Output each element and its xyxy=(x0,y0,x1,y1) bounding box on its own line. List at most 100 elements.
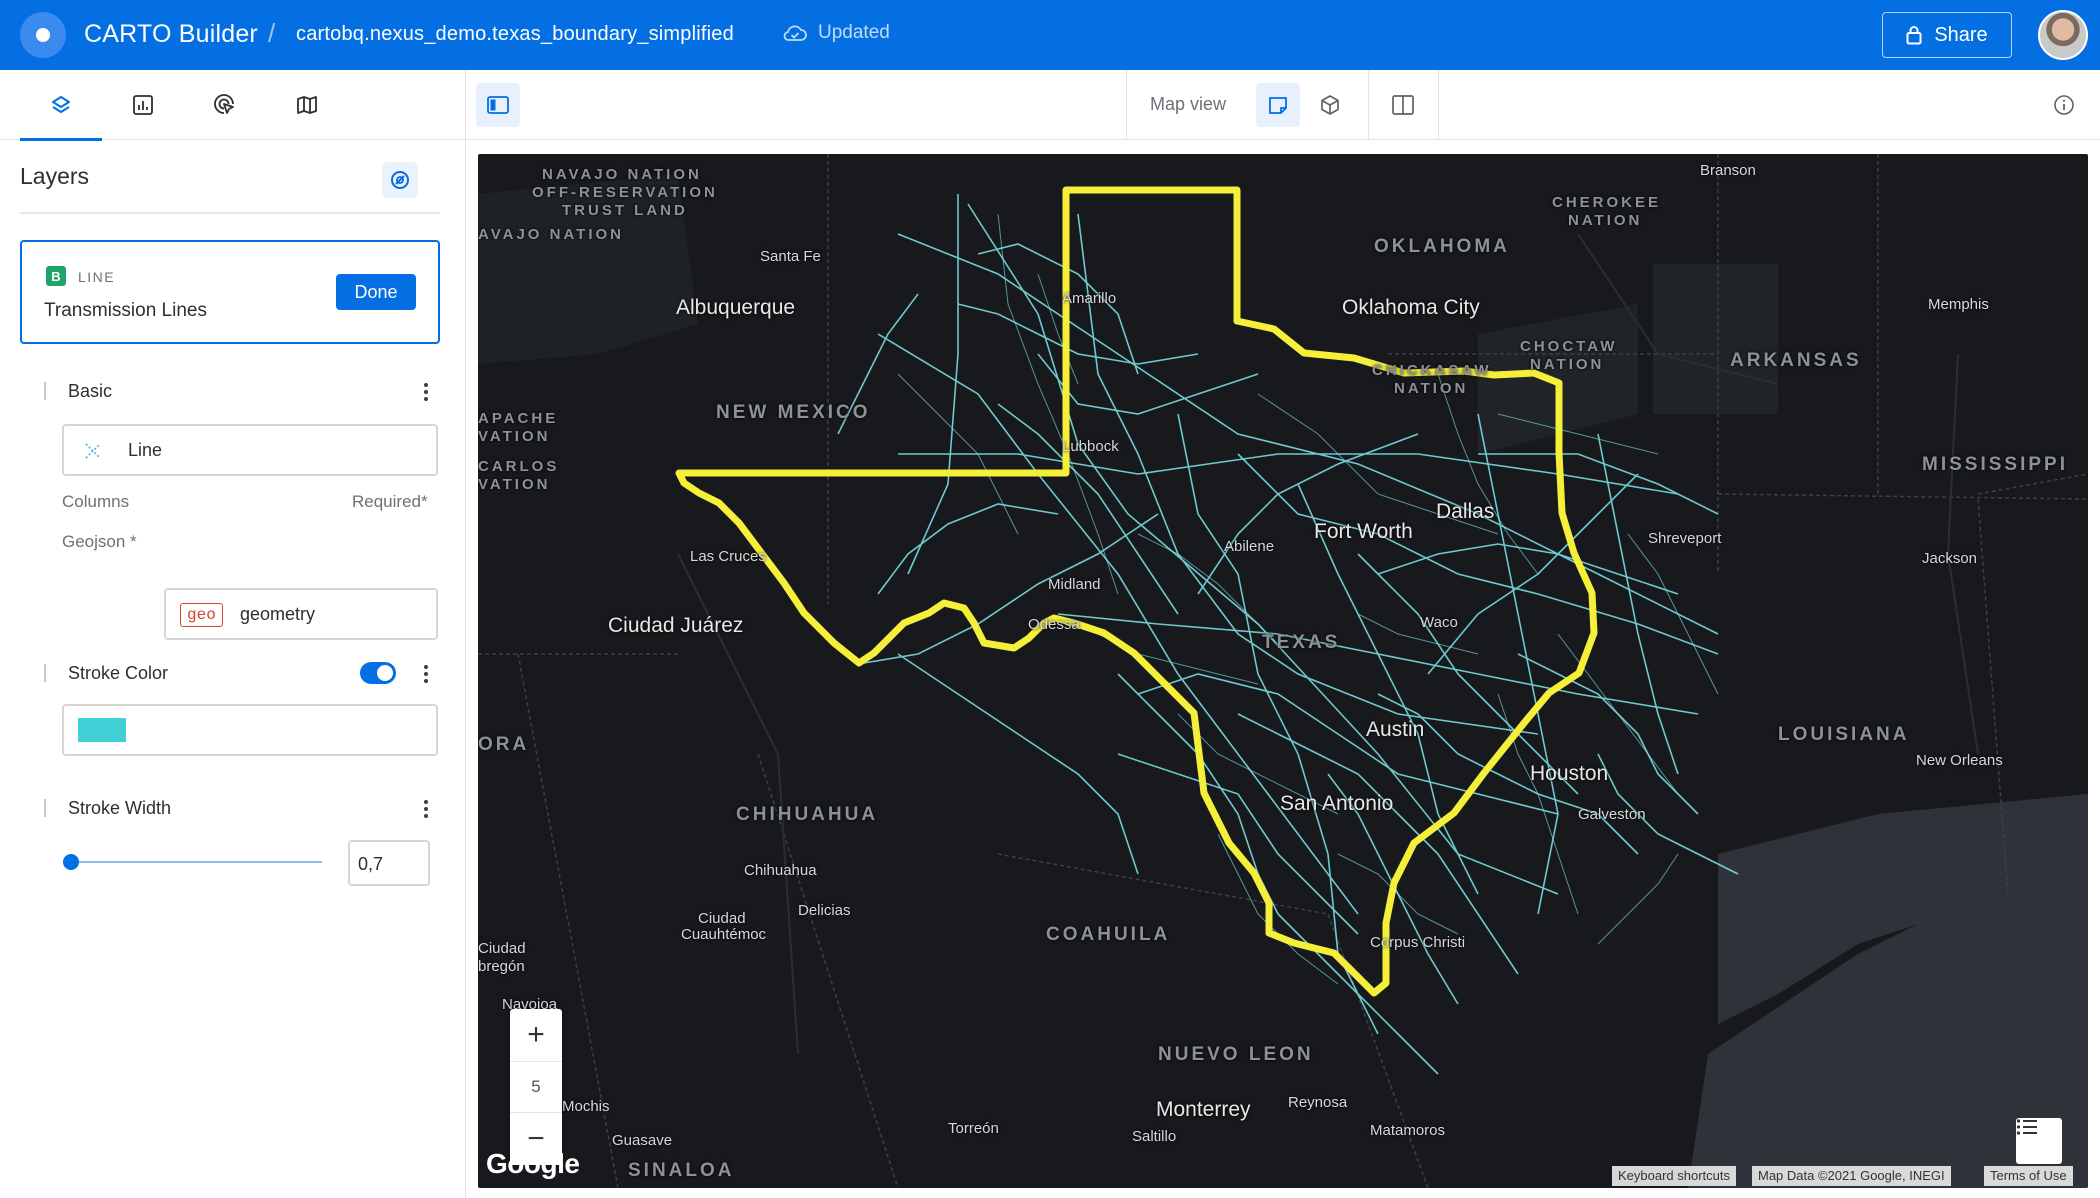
section-basic-label[interactable]: Basic xyxy=(68,381,112,402)
layer-name: Transmission Lines xyxy=(44,300,207,321)
tab-layers[interactable] xyxy=(20,70,102,141)
geojson-column-value: geometry xyxy=(240,604,316,624)
map-label: Las Cruces xyxy=(690,548,766,565)
stroke-color-swatch[interactable] xyxy=(78,718,126,742)
map-label: Lubbock xyxy=(1062,438,1119,455)
2d-view-button[interactable] xyxy=(1256,83,1300,127)
map-label: Guasave xyxy=(612,1132,673,1149)
line-geometry-icon xyxy=(85,443,101,459)
tab-widgets[interactable] xyxy=(102,70,184,140)
map-canvas[interactable]: NAVAJO NATION OFF-RESERVATION TRUST LAND… xyxy=(478,154,2088,1188)
save-status-label: Updated xyxy=(818,22,890,43)
map-label: Albuquerque xyxy=(676,296,796,319)
map-label: Memphis xyxy=(1928,296,1989,313)
legend-button[interactable] xyxy=(2016,1118,2062,1164)
map-label: Jackson xyxy=(1922,550,1978,567)
sidebar-tabs xyxy=(0,70,466,141)
map-label: San Antonio xyxy=(1280,792,1394,815)
map-label: SINALOA xyxy=(628,1160,735,1181)
stroke-width-input[interactable]: 0,7 xyxy=(348,840,430,886)
map-data-attribution: Map Data ©2021 Google, INEGI xyxy=(1752,1166,1951,1186)
save-status: Updated xyxy=(782,22,890,44)
zoom-level: 5 xyxy=(510,1061,562,1113)
layer-badge: B xyxy=(46,266,66,286)
map-label: Dallas xyxy=(1436,500,1495,523)
map-label: AVAJO NATION xyxy=(478,226,625,243)
map-label: Monterrey xyxy=(1156,1098,1251,1121)
info-icon xyxy=(2054,95,2074,115)
map-label: APACHE xyxy=(478,410,559,427)
map-label: Houston xyxy=(1530,762,1609,785)
map-label: TEXAS xyxy=(1262,632,1341,653)
share-button[interactable]: Share xyxy=(1882,12,2012,58)
layer-type: LINE xyxy=(78,269,116,285)
map-label: Saltillo xyxy=(1132,1128,1177,1145)
geometry-type-select[interactable]: Line xyxy=(62,424,438,476)
map-label: CHOCTAW xyxy=(1520,338,1618,355)
map-label: Abilene xyxy=(1224,538,1275,555)
2d-map-icon xyxy=(1269,97,1287,114)
divider xyxy=(1368,70,1369,140)
sidebar: Layers B LINE Transmission Lines Done Ba… xyxy=(0,70,466,1198)
sql-link-button[interactable] xyxy=(382,162,418,198)
map-label: COAHUILA xyxy=(1046,924,1171,945)
map-label: Ciudad xyxy=(698,910,746,927)
basic-menu-icon[interactable] xyxy=(418,380,434,404)
keyboard-shortcuts-link[interactable]: Keyboard shortcuts xyxy=(1612,1166,1737,1186)
stroke-color-toggle[interactable] xyxy=(360,662,396,684)
section-marker xyxy=(44,799,46,817)
map-label: Shreveport xyxy=(1648,530,1722,547)
map-label: OFF-RESERVATION xyxy=(532,184,718,201)
share-label: Share xyxy=(1934,23,1988,46)
map-label: OKLAHOMA xyxy=(1374,236,1510,257)
map-label: NATION xyxy=(1568,212,1643,229)
info-button[interactable] xyxy=(2042,83,2086,127)
geometry-type-value: Line xyxy=(128,440,163,460)
map-label: TRUST LAND xyxy=(562,202,688,219)
done-button[interactable]: Done xyxy=(336,274,416,310)
section-stroke-width-label[interactable]: Stroke Width xyxy=(68,798,171,819)
carto-logo-icon[interactable] xyxy=(20,12,66,58)
section-marker xyxy=(44,382,46,400)
stroke-width-value: 0,7 xyxy=(358,854,384,874)
map-label: Torreón xyxy=(948,1120,999,1137)
map-label: Branson xyxy=(1700,162,1756,179)
list-icon xyxy=(2016,1119,2037,1135)
stroke-width-slider-thumb[interactable] xyxy=(63,854,79,870)
cloud-check-icon xyxy=(783,25,807,41)
bar-chart-icon xyxy=(133,95,153,115)
split-view-button[interactable] xyxy=(1381,83,1425,127)
geo-type-chip: geo xyxy=(180,603,223,627)
map-label: VATION xyxy=(478,428,551,445)
map-label: Santa Fe xyxy=(760,248,821,265)
panel-toggle-button[interactable] xyxy=(476,83,520,127)
3d-view-button[interactable] xyxy=(1308,83,1352,127)
tab-basemaps[interactable] xyxy=(266,70,348,140)
app-title: CARTO Builder xyxy=(84,20,258,48)
section-stroke-color-label[interactable]: Stroke Color xyxy=(68,663,168,684)
map-label: Fort Worth xyxy=(1314,520,1413,543)
map-view-label: Map view xyxy=(1150,94,1227,114)
divider xyxy=(1126,70,1127,140)
map-label: NAVAJO NATION xyxy=(542,166,702,183)
map-label: MISSISSIPPI xyxy=(1922,454,2068,475)
terms-of-use-link[interactable]: Terms of Use xyxy=(1984,1166,2073,1186)
app-header: CARTO Builder / cartobq.nexus_demo.texas… xyxy=(0,0,2100,70)
map-label: Odessa xyxy=(1028,616,1080,633)
required-label: Required* xyxy=(352,492,428,511)
map-label: Cuauhtémoc xyxy=(681,926,767,943)
dataset-name[interactable]: cartobq.nexus_demo.texas_boundary_simpli… xyxy=(296,23,734,46)
lock-icon xyxy=(1906,26,1922,45)
map-label: Mochis xyxy=(562,1098,610,1115)
map-label: Corpus Christi xyxy=(1370,934,1466,951)
map-label: Austin xyxy=(1366,718,1425,741)
google-logo: Google xyxy=(486,1148,580,1179)
avatar[interactable] xyxy=(2038,10,2088,60)
zoom-in-button[interactable]: + xyxy=(510,1009,562,1061)
stroke-width-slider[interactable] xyxy=(70,861,322,863)
map-label: NATION xyxy=(1530,356,1605,373)
stroke-color-menu-icon[interactable] xyxy=(418,662,434,686)
tab-interactions[interactable] xyxy=(184,70,266,140)
stroke-width-menu-icon[interactable] xyxy=(418,797,434,821)
layer-card[interactable]: B LINE Transmission Lines Done xyxy=(20,240,440,344)
